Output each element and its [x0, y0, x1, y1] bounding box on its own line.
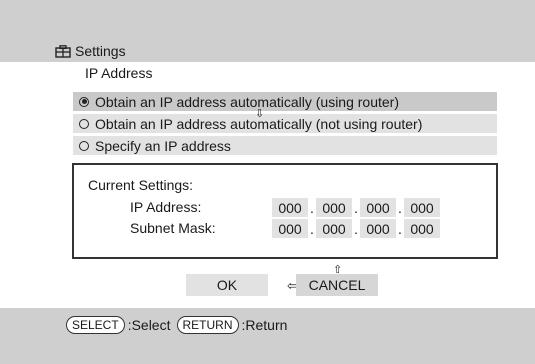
current-settings-panel: Current Settings: IP Address: 000 . 000 …	[72, 163, 498, 259]
subnet-mask-label: Subnet Mask:	[130, 220, 216, 236]
page-title: Settings	[55, 43, 126, 59]
option-label: Obtain an IP address automatically (usin…	[95, 93, 400, 110]
title-text: Settings	[75, 43, 126, 59]
toolbox-icon	[55, 44, 71, 58]
select-hint: :Select	[127, 317, 171, 333]
down-arrow-cursor-icon: ⇩	[255, 108, 265, 120]
option-label: Specify an IP address	[95, 137, 231, 154]
settings-screen: Settings IP Address Obtain an IP address…	[0, 0, 535, 364]
current-settings-heading: Current Settings:	[88, 177, 194, 193]
return-hint: :Return	[241, 317, 288, 333]
radio-selected-icon	[79, 96, 89, 107]
radio-empty-icon	[79, 140, 89, 151]
mask-octet: 000	[404, 219, 440, 238]
option-auto-router[interactable]: Obtain an IP address automatically (usin…	[73, 92, 497, 111]
ip-option-list: Obtain an IP address automatically (usin…	[73, 92, 497, 158]
mask-octet: 000	[272, 219, 308, 238]
ip-octet: 000	[360, 198, 396, 217]
ip-octet: 000	[404, 198, 440, 217]
option-auto-no-router[interactable]: Obtain an IP address automatically (not …	[73, 114, 497, 133]
subnet-mask-value: 000 . 000 . 000 . 000	[272, 219, 440, 238]
mask-octet: 000	[360, 219, 396, 238]
radio-empty-icon	[79, 118, 89, 129]
cancel-button[interactable]: CANCEL	[296, 274, 378, 296]
mask-octet: 000	[316, 219, 352, 238]
select-key-badge: SELECT	[66, 316, 125, 334]
section-subtitle: IP Address	[85, 65, 153, 81]
ip-octet: 000	[316, 198, 352, 217]
ip-octet: 000	[272, 198, 308, 217]
ip-address-value: 000 . 000 . 000 . 000	[272, 198, 440, 217]
return-key-badge: RETURN	[176, 316, 239, 334]
key-hints: SELECT :Select RETURN :Return	[66, 316, 293, 334]
ip-address-label: IP Address:	[130, 199, 202, 215]
ok-button[interactable]: OK	[186, 274, 268, 296]
option-specify-ip[interactable]: Specify an IP address	[73, 136, 497, 155]
